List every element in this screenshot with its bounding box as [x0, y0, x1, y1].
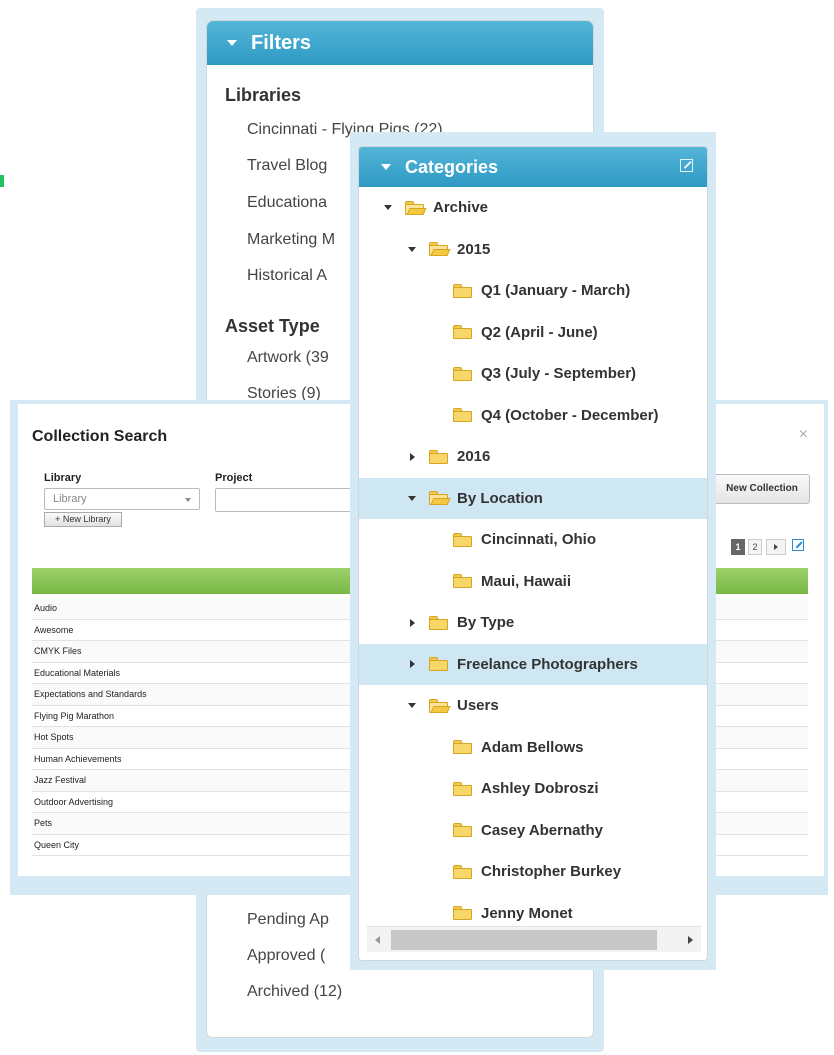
tree-node[interactable]: By Type: [359, 602, 707, 644]
categories-panel: Categories Archive 2015 Q1 (January - Marc…: [350, 132, 716, 970]
horizontal-scrollbar[interactable]: [367, 926, 701, 952]
asset-type-heading: Asset Type: [225, 316, 320, 336]
green-marker: [0, 175, 4, 187]
next-page-button[interactable]: [766, 539, 786, 555]
expanded-caret-icon[interactable]: [405, 246, 419, 252]
tree-node-label: Jenny Monet: [481, 904, 573, 922]
tree-node[interactable]: 2015: [359, 229, 707, 271]
tree-node[interactable]: Q2 (April - June): [359, 312, 707, 354]
folder-icon: [453, 864, 473, 879]
library-select[interactable]: Library: [44, 488, 200, 510]
tree-node[interactable]: Casey Abernathy: [359, 810, 707, 852]
folder-open-icon: [429, 698, 451, 713]
folder-icon: [429, 615, 449, 630]
folder-icon: [453, 574, 473, 589]
filter-status-item[interactable]: Archived (12): [247, 983, 342, 1001]
tree-node-label: By Location: [457, 489, 543, 507]
chevron-right-icon: [774, 544, 778, 550]
tree-node[interactable]: By Location: [359, 477, 707, 519]
folder-open-icon: [429, 242, 451, 257]
folder-open-icon: [429, 491, 451, 506]
categories-card: Categories Archive 2015 Q1 (January - Marc…: [358, 146, 708, 961]
edit-icon[interactable]: [680, 159, 693, 172]
categories-title: Categories: [405, 156, 499, 177]
tree-node-label: Christopher Burkey: [481, 863, 622, 881]
new-library-button[interactable]: + New Library: [44, 512, 122, 527]
dialog-title: Collection Search: [32, 428, 168, 445]
filter-library-item[interactable]: Historical A: [247, 267, 327, 285]
tree-node-label: Adam Bellows: [481, 738, 584, 756]
folder-icon: [453, 740, 473, 755]
expanded-caret-icon[interactable]: [405, 703, 419, 709]
folder-icon: [453, 325, 473, 340]
tree-node-label: Maui, Hawaii: [481, 572, 572, 590]
folder-icon: [453, 366, 473, 381]
folder-icon: [453, 906, 473, 921]
chevron-down-icon: [185, 498, 191, 502]
tree-node-label: Ashley Dobroszi: [481, 780, 599, 798]
tree-node[interactable]: Q1 (January - March): [359, 270, 707, 312]
folder-icon: [453, 781, 473, 796]
filter-status-item[interactable]: Approved (: [247, 947, 325, 965]
filter-library-item[interactable]: Travel Blog: [247, 157, 327, 175]
filter-status-item[interactable]: Pending Ap: [247, 911, 329, 929]
filter-library-item[interactable]: Educationa: [247, 194, 327, 212]
filter-asset-type-item[interactable]: Artwork (39: [247, 349, 329, 367]
library-select-value: Library: [53, 493, 87, 505]
collapsed-caret-icon[interactable]: [405, 452, 419, 461]
folder-icon: [429, 657, 449, 672]
tree-node[interactable]: Q4 (October - December): [359, 395, 707, 437]
page-2-button[interactable]: 2: [748, 539, 762, 555]
collapse-caret-icon[interactable]: [227, 40, 237, 46]
tree-node-label: 2016: [457, 448, 491, 466]
tree-node-label: Q1 (January - March): [481, 282, 631, 300]
tree-node-label: Users: [457, 697, 499, 715]
libraries-heading: Libraries: [225, 85, 302, 105]
folder-icon: [453, 283, 473, 298]
folder-icon: [453, 532, 473, 547]
expanded-caret-icon[interactable]: [381, 205, 395, 211]
edit-icon[interactable]: [792, 539, 804, 551]
scroll-left-icon[interactable]: [375, 936, 380, 944]
tree-node-label: 2015: [457, 240, 491, 258]
collapsed-caret-icon[interactable]: [405, 660, 419, 669]
tree-node-label: Archive: [433, 199, 489, 217]
tree-node-label: Cincinnati, Ohio: [481, 531, 596, 549]
tree-node[interactable]: Adam Bellows: [359, 727, 707, 769]
library-label: Library: [44, 472, 82, 484]
collapse-caret-icon[interactable]: [381, 164, 391, 170]
close-icon[interactable]: ×: [799, 426, 808, 444]
filter-library-item[interactable]: Marketing M: [247, 231, 335, 249]
page-1-button[interactable]: 1: [731, 539, 745, 555]
expanded-caret-icon[interactable]: [405, 495, 419, 501]
collapsed-caret-icon[interactable]: [405, 618, 419, 627]
folder-icon: [429, 449, 449, 464]
tree-node[interactable]: Archive: [359, 187, 707, 229]
folder-icon: [453, 408, 473, 423]
tree-node[interactable]: 2016: [359, 436, 707, 478]
filters-title: Filters: [251, 31, 312, 54]
folder-open-icon: [405, 200, 427, 215]
tree-node-label: Q3 (July - September): [481, 365, 637, 383]
scrollbar-thumb[interactable]: [391, 930, 657, 950]
tree-node-label: By Type: [457, 614, 515, 632]
category-tree: Archive 2015 Q1 (January - March) Q2 (April…: [359, 187, 707, 934]
tree-node[interactable]: Users: [359, 685, 707, 727]
tree-node[interactable]: Ashley Dobroszi: [359, 768, 707, 810]
tree-node[interactable]: Maui, Hawaii: [359, 561, 707, 603]
tree-node[interactable]: Christopher Burkey: [359, 851, 707, 893]
scroll-right-icon[interactable]: [688, 936, 693, 944]
tree-node-label: Q2 (April - June): [481, 323, 598, 341]
project-label: Project: [215, 472, 253, 484]
new-collection-button[interactable]: New Collection: [714, 474, 810, 504]
filters-header[interactable]: Filters: [207, 21, 593, 65]
tree-node[interactable]: Q3 (July - September): [359, 353, 707, 395]
folder-icon: [453, 823, 473, 838]
tree-node-label: Casey Abernathy: [481, 821, 603, 839]
tree-node-label: Q4 (October - December): [481, 406, 659, 424]
categories-header[interactable]: Categories: [359, 147, 707, 187]
tree-node-label: Freelance Photographers: [457, 655, 638, 673]
tree-node[interactable]: Cincinnati, Ohio: [359, 519, 707, 561]
tree-node[interactable]: Freelance Photographers: [359, 643, 707, 685]
